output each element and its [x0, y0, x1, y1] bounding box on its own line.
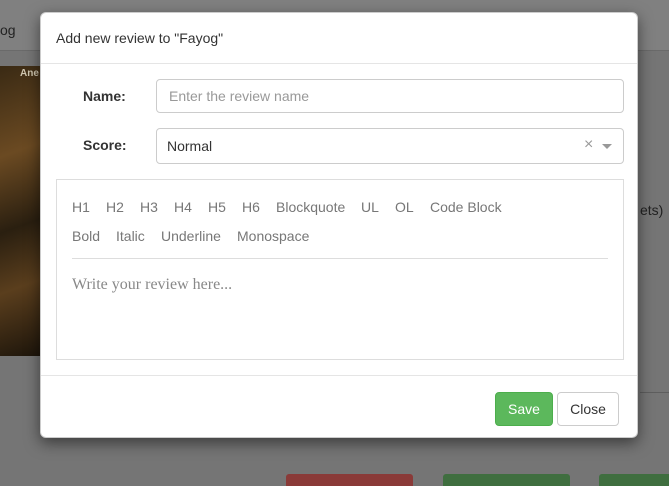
- toolbar-h3-button[interactable]: H3: [140, 199, 158, 215]
- editor-divider: [72, 258, 608, 259]
- review-editor: H1 H2 H3 H4 H5 H6 Blockquote UL OL Code …: [56, 179, 624, 360]
- toolbar-code-block-button[interactable]: Code Block: [430, 199, 502, 215]
- toolbar-h1-button[interactable]: H1: [72, 199, 90, 215]
- background-side-text: ets): [640, 202, 664, 218]
- background-poster-text: Ane: [20, 68, 39, 79]
- background-red-button: [286, 474, 413, 486]
- toolbar-h2-button[interactable]: H2: [106, 199, 124, 215]
- modal-header: Add new review to "Fayog": [41, 13, 637, 64]
- modal-footer: Save Close: [41, 375, 637, 439]
- add-review-modal: Add new review to "Fayog" Name: Score: N…: [40, 12, 638, 438]
- name-label: Name:: [83, 88, 126, 104]
- toolbar-bold-button[interactable]: Bold: [72, 228, 100, 244]
- toolbar-h4-button[interactable]: H4: [174, 199, 192, 215]
- clear-icon[interactable]: ×: [584, 136, 593, 154]
- background-poster-image: [0, 66, 40, 356]
- toolbar-blockquote-button[interactable]: Blockquote: [276, 199, 345, 215]
- toolbar-ul-button[interactable]: UL: [361, 199, 379, 215]
- background-divider: [640, 392, 669, 393]
- background-green-button: [443, 474, 570, 486]
- toolbar-ol-button[interactable]: OL: [395, 199, 414, 215]
- toolbar-h5-button[interactable]: H5: [208, 199, 226, 215]
- score-selected-value: Normal: [167, 138, 213, 154]
- review-text-area[interactable]: Write your review here...: [72, 276, 232, 294]
- close-button[interactable]: Close: [557, 392, 619, 426]
- toolbar-monospace-button[interactable]: Monospace: [237, 228, 309, 244]
- toolbar-italic-button[interactable]: Italic: [116, 228, 145, 244]
- score-label: Score:: [83, 137, 127, 153]
- review-name-input[interactable]: [156, 79, 624, 113]
- score-select[interactable]: Normal ×: [156, 128, 624, 164]
- modal-title: Add new review to "Fayog": [56, 30, 224, 46]
- background-green-button-2: [599, 474, 669, 486]
- toolbar-h6-button[interactable]: H6: [242, 199, 260, 215]
- toolbar-underline-button[interactable]: Underline: [161, 228, 221, 244]
- chevron-down-icon[interactable]: [602, 144, 612, 149]
- background-nav-text: og: [0, 22, 16, 38]
- save-button[interactable]: Save: [495, 392, 553, 426]
